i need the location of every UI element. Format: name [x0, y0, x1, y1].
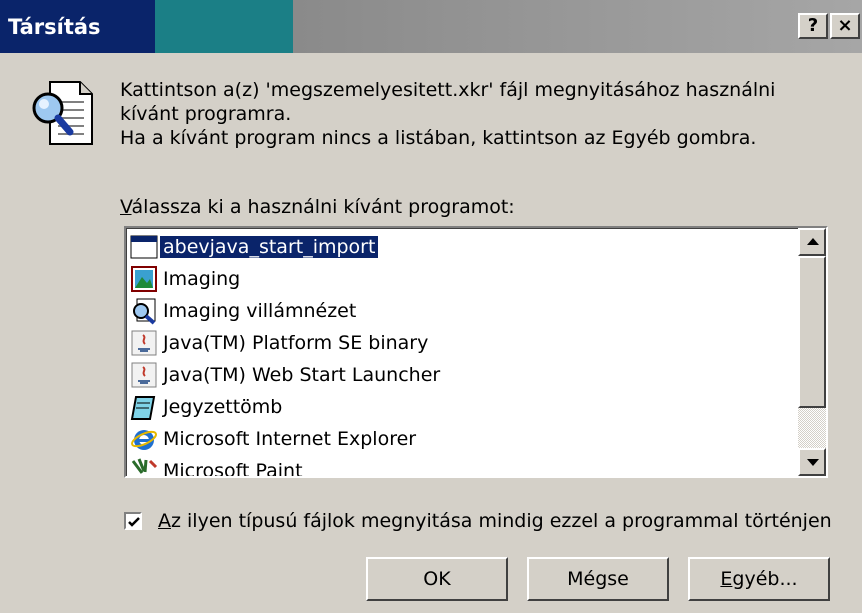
list-item-label: Imaging villámnézet — [163, 299, 357, 322]
arrow-down-icon — [807, 459, 819, 466]
list-item-java-webstart[interactable]: Java(TM) Web Start Launcher — [130, 359, 800, 391]
list-item-label: Java(TM) Web Start Launcher — [163, 363, 441, 386]
other-button-text: gyéb... — [732, 568, 798, 590]
other-button[interactable]: Egyéb... — [688, 557, 830, 601]
list-item-abevjava[interactable]: abevjava_start_import — [130, 231, 800, 263]
program-listbox[interactable]: abevjava_start_import Imaging Imaging vi… — [124, 226, 828, 478]
checkbox-label-text: z ilyen típusú fájlok megnyitása mindig … — [171, 510, 832, 532]
notepad-icon — [130, 395, 156, 420]
list-item-label: abevjava_start_import — [158, 234, 380, 259]
cancel-button[interactable]: Mégse — [527, 557, 669, 601]
list-item-label: Microsoft Paint — [163, 459, 303, 478]
java-icon — [131, 330, 157, 355]
imaging-icon — [131, 265, 157, 292]
message-line-1: Kattintson a(z) 'megszemelyesitett.xkr' … — [120, 79, 776, 125]
ie-icon — [131, 429, 157, 450]
list-item-label: Java(TM) Platform SE binary — [163, 331, 429, 354]
list-item-internet-explorer[interactable]: Microsoft Internet Explorer — [130, 423, 800, 455]
list-item-notepad[interactable]: Jegyzettömb — [130, 391, 800, 423]
window-title: Társítás — [8, 15, 101, 39]
paint-icon — [131, 457, 158, 474]
list-item-imaging-preview[interactable]: Imaging villámnézet — [130, 295, 800, 327]
list-label-text: álassza ki a használni kívánt programot: — [131, 196, 515, 218]
scroll-up-button[interactable] — [798, 228, 826, 256]
list-item-label: Imaging — [163, 267, 241, 290]
imaging-preview-icon — [133, 298, 156, 325]
help-button[interactable]: ? — [798, 13, 828, 39]
vertical-scrollbar[interactable] — [798, 228, 826, 476]
checkbox-label-accelerator: A — [158, 510, 171, 532]
list-item-paint[interactable]: Microsoft Paint — [130, 455, 800, 478]
java-icon — [131, 362, 157, 387]
scroll-down-button[interactable] — [798, 448, 826, 476]
message-line-2: Ha a kívánt program nincs a listában, ka… — [120, 127, 757, 149]
list-item-label: Jegyzettömb — [163, 395, 283, 418]
always-use-label[interactable]: Az ilyen típusú fájlok megnyitása mindig… — [158, 510, 832, 532]
ok-button[interactable]: OK — [366, 557, 508, 601]
blank-app-icon — [130, 235, 158, 258]
close-button[interactable]: × — [830, 13, 860, 39]
list-item-label: Microsoft Internet Explorer — [163, 427, 417, 450]
list-item-java-platform[interactable]: Java(TM) Platform SE binary — [130, 327, 800, 359]
program-list: abevjava_start_import Imaging Imaging vi… — [126, 228, 798, 476]
arrow-up-icon — [807, 238, 819, 245]
other-button-accelerator: E — [720, 568, 733, 590]
title-bar[interactable]: Társítás ? × — [0, 0, 862, 53]
instruction-message: Kattintson a(z) 'megszemelyesitett.xkr' … — [120, 78, 840, 150]
always-use-checkbox[interactable] — [124, 512, 142, 530]
list-label-accelerator: V — [120, 196, 132, 218]
scroll-thumb[interactable] — [798, 256, 826, 408]
program-list-label: Válassza ki a használni kívánt programot… — [120, 196, 515, 218]
file-search-icon — [32, 81, 93, 145]
list-item-imaging[interactable]: Imaging — [130, 263, 800, 295]
checkmark-icon — [128, 517, 140, 527]
